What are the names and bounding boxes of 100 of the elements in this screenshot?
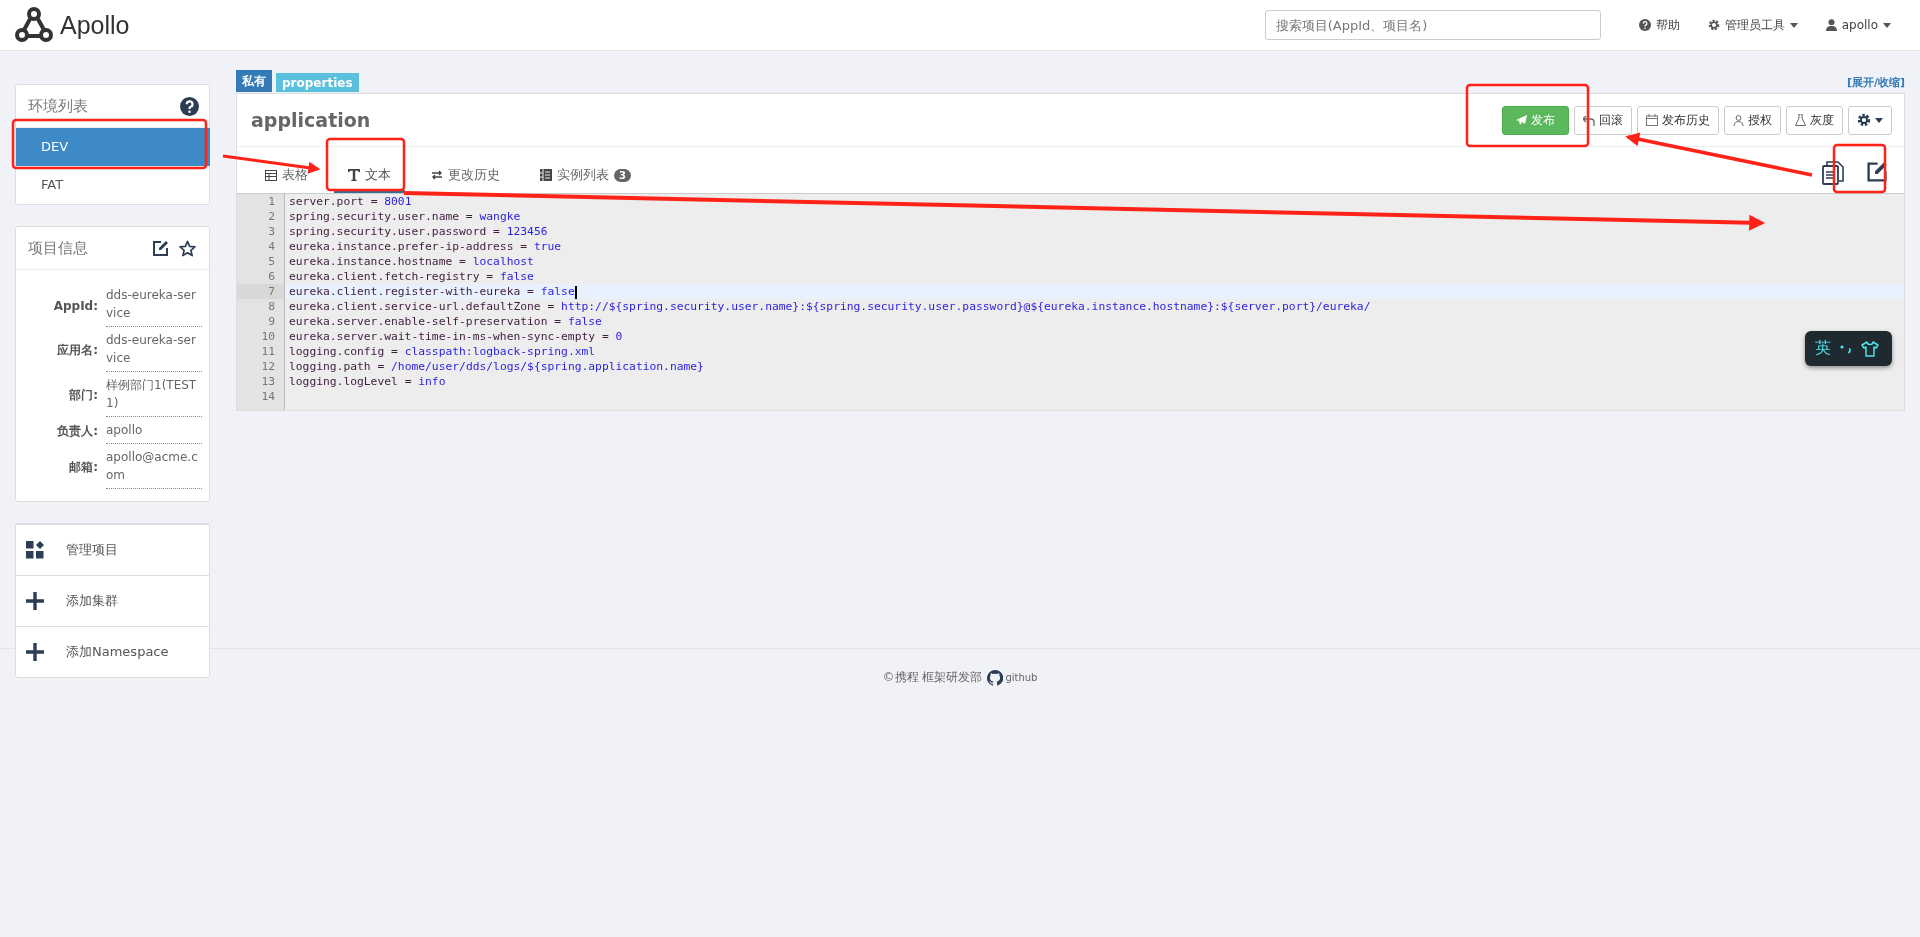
nav-link[interactable]: apollo bbox=[1811, 18, 1905, 32]
toolbar-button[interactable]: 灰度 bbox=[1786, 105, 1843, 135]
panel-title: 环境列表 bbox=[28, 96, 88, 116]
field-label: AppId: bbox=[52, 298, 98, 313]
equals-sign: = bbox=[601, 330, 609, 343]
property-value: http://${spring.security.user.name}:${spring.security.user.password}@${eureka.instance.hostname}:${server.port}/eureka/ bbox=[561, 300, 1371, 313]
property-value: 0 bbox=[615, 330, 623, 343]
environment-item[interactable]: FAT bbox=[16, 166, 209, 204]
help-icon[interactable] bbox=[180, 96, 199, 116]
gear-icon bbox=[1857, 113, 1871, 127]
action-item[interactable]: 添加Namespace bbox=[16, 626, 209, 677]
property-key: eureka.instance.prefer-ip-address bbox=[289, 240, 514, 253]
highlight-frame bbox=[1832, 143, 1887, 194]
document-icon[interactable] bbox=[1822, 161, 1844, 185]
nav-link[interactable]: 管理员工具 bbox=[1693, 16, 1812, 34]
namespace-title: application bbox=[251, 109, 372, 131]
line-number: 6 bbox=[237, 269, 285, 284]
toolbar-button[interactable]: 回滚 bbox=[1574, 105, 1632, 135]
action-item[interactable]: 管理项目 bbox=[16, 524, 209, 575]
field-label: 部门: bbox=[68, 387, 98, 404]
toolbar-button[interactable]: 发布历史 bbox=[1637, 105, 1719, 135]
field-value: dds-eureka-service bbox=[106, 329, 202, 372]
input-method-bar[interactable]: 英 bbox=[1805, 331, 1892, 366]
plus-icon bbox=[26, 643, 44, 661]
property-key: logging.logLevel bbox=[289, 375, 398, 388]
equals-sign: = bbox=[554, 315, 562, 328]
panel-title: 项目信息 bbox=[28, 238, 89, 258]
property-key: logging.path bbox=[289, 360, 371, 373]
field-value: 样例部门1(TEST1) bbox=[106, 374, 202, 417]
tab[interactable]: 实例列表 3 bbox=[526, 166, 645, 193]
flask-icon bbox=[1795, 114, 1806, 126]
field-label: 应用名: bbox=[56, 342, 98, 359]
grid-icon bbox=[26, 541, 44, 559]
property-value: false bbox=[499, 270, 534, 283]
line-number: 5 bbox=[237, 254, 285, 269]
property-value: false bbox=[567, 315, 602, 328]
edit-icon[interactable] bbox=[152, 239, 169, 257]
property-value: 123456 bbox=[506, 225, 548, 238]
equals-sign: = bbox=[520, 240, 528, 253]
star-icon[interactable] bbox=[179, 239, 196, 257]
shirt-icon[interactable] bbox=[1861, 340, 1879, 357]
settings-button[interactable] bbox=[1848, 105, 1892, 135]
line-number: 2 bbox=[237, 209, 285, 224]
toolbar-button[interactable]: 授权 bbox=[1724, 105, 1781, 135]
property-key: eureka.client.register-with-eureka bbox=[289, 285, 521, 298]
line-number: 4 bbox=[237, 239, 285, 254]
environment-item[interactable]: DEV bbox=[16, 128, 210, 166]
tab[interactable]: 更改历史 bbox=[417, 166, 514, 193]
equals-sign: = bbox=[465, 210, 473, 223]
line-number: 13 bbox=[237, 374, 285, 389]
help-icon bbox=[1638, 19, 1651, 31]
table-icon bbox=[265, 169, 277, 181]
line-number: 14 bbox=[237, 389, 285, 404]
language-label[interactable]: 英 bbox=[1815, 338, 1831, 359]
github-icon bbox=[987, 669, 1004, 686]
copyright-text: ©携程 框架研发部 bbox=[882, 669, 983, 686]
brand-name: Apollo bbox=[60, 10, 130, 40]
equals-sign: = bbox=[547, 300, 555, 313]
namespace-tag: properties bbox=[276, 73, 359, 92]
property-key: eureka.server.wait-time-in-ms-when-sync-empty bbox=[289, 330, 596, 343]
property-value: localhost bbox=[472, 255, 534, 268]
line-number: 3 bbox=[237, 224, 285, 239]
tab[interactable]: 表格 bbox=[251, 166, 322, 193]
equals-sign: = bbox=[486, 270, 494, 283]
property-value: false bbox=[540, 285, 575, 298]
line-number: 9 bbox=[237, 314, 285, 329]
logo-icon bbox=[14, 5, 54, 45]
calendar-icon bbox=[1646, 114, 1658, 126]
field-value: dds-eureka-service bbox=[106, 284, 202, 327]
action-item[interactable]: 添加集群 bbox=[16, 575, 209, 626]
line-number: 8 bbox=[237, 299, 285, 314]
toggle-link[interactable]: [展开/收缩] bbox=[1846, 75, 1905, 90]
line-number: 11 bbox=[237, 344, 285, 359]
send-icon bbox=[1516, 115, 1527, 125]
nav-link[interactable]: 帮助 bbox=[1624, 16, 1694, 34]
line-number: 1 bbox=[237, 194, 285, 209]
property-key: eureka.server.enable-self-preservation bbox=[289, 315, 548, 328]
caret-icon bbox=[1875, 117, 1883, 123]
line-number: 12 bbox=[237, 359, 285, 374]
field-label: 负责人: bbox=[56, 423, 98, 440]
swap-icon bbox=[431, 170, 443, 180]
property-value: wangke bbox=[479, 210, 521, 223]
edit-icon[interactable] bbox=[1866, 161, 1888, 183]
github-link[interactable]: github bbox=[987, 669, 1038, 686]
text-cursor bbox=[574, 285, 577, 299]
server-icon bbox=[540, 169, 552, 181]
caret-icon bbox=[1883, 22, 1891, 28]
equals-sign: = bbox=[377, 360, 385, 373]
equals-sign: = bbox=[370, 195, 378, 208]
property-value: 8001 bbox=[384, 195, 412, 208]
search-field[interactable]: 搜索项目(AppId、项目名) bbox=[1264, 10, 1601, 40]
property-key: eureka.client.service-url.defaultZone bbox=[289, 300, 541, 313]
line-number: 10 bbox=[237, 329, 285, 344]
line-number: 7 bbox=[237, 284, 285, 299]
property-key: spring.security.user.name bbox=[289, 210, 460, 223]
property-key: server.port bbox=[289, 195, 364, 208]
property-value: info bbox=[418, 375, 446, 388]
field-value: apollo bbox=[106, 419, 202, 444]
gear-icon bbox=[1707, 19, 1720, 31]
equals-sign: = bbox=[391, 345, 398, 358]
